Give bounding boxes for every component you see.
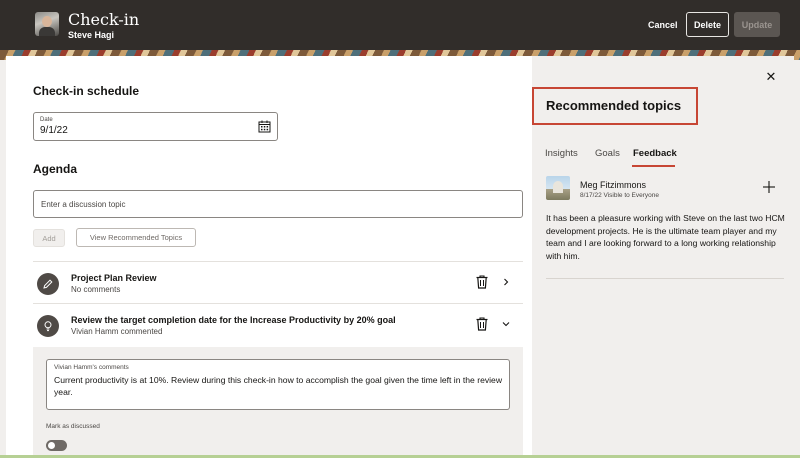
tab-feedback[interactable]: Feedback bbox=[633, 148, 677, 159]
recommended-topics-title: Recommended topics bbox=[546, 98, 682, 113]
avatar bbox=[546, 176, 570, 200]
employee-name: Steve Hagi bbox=[68, 30, 115, 40]
divider bbox=[546, 278, 784, 279]
page-title: Check-in bbox=[68, 10, 140, 29]
cancel-button[interactable]: Cancel bbox=[640, 13, 686, 37]
trash-icon[interactable] bbox=[476, 275, 488, 289]
comments-label: Vivian Hamm's comments bbox=[54, 364, 129, 371]
discussion-topic-input[interactable] bbox=[33, 190, 523, 218]
tab-goals[interactable]: Goals bbox=[595, 148, 620, 159]
pencil-icon bbox=[37, 273, 59, 295]
trash-icon[interactable] bbox=[476, 317, 488, 331]
comments-field[interactable]: Vivian Hamm's comments Current productiv… bbox=[46, 359, 510, 410]
feedback-author: Meg Fitzimmons bbox=[580, 180, 647, 190]
agenda-heading: Agenda bbox=[33, 162, 78, 176]
agenda-item-title: Project Plan Review bbox=[71, 273, 157, 283]
view-recommended-topics-button[interactable]: View Recommended Topics bbox=[76, 228, 196, 247]
lightbulb-icon bbox=[37, 315, 59, 337]
chevron-right-icon[interactable] bbox=[501, 277, 511, 287]
date-field[interactable]: Date 9/1/22 bbox=[33, 112, 278, 141]
mark-as-discussed-toggle[interactable] bbox=[46, 440, 67, 451]
mark-as-discussed-label: Mark as discussed bbox=[46, 423, 100, 430]
recommended-topics-title-box: Recommended topics bbox=[532, 87, 698, 125]
add-button[interactable]: Add bbox=[33, 229, 65, 247]
close-icon[interactable]: ✕ bbox=[764, 70, 778, 84]
feedback-text: It has been a pleasure working with Stev… bbox=[546, 213, 785, 261]
avatar bbox=[35, 12, 59, 36]
agenda-item[interactable]: Project Plan Review No comments bbox=[33, 262, 523, 306]
page-header: Check-in Steve Hagi Cancel Delete Update bbox=[0, 0, 800, 50]
recommended-topics-panel: ✕ Recommended topics Insights Goals Feed… bbox=[532, 56, 794, 458]
active-tab-indicator bbox=[632, 165, 675, 167]
calendar-icon[interactable] bbox=[258, 120, 271, 133]
delete-button[interactable]: Delete bbox=[686, 12, 729, 37]
add-icon[interactable] bbox=[762, 180, 776, 194]
schedule-heading: Check-in schedule bbox=[33, 84, 140, 98]
checkin-form-panel: Check-in schedule Date 9/1/22 Agenda Add… bbox=[6, 56, 532, 458]
agenda-item-subtitle: No comments bbox=[71, 285, 121, 294]
agenda-item[interactable]: Review the target completion date for th… bbox=[33, 304, 523, 348]
tab-insights[interactable]: Insights bbox=[545, 148, 578, 159]
date-label: Date bbox=[40, 117, 53, 123]
date-value: 9/1/22 bbox=[40, 125, 68, 136]
feedback-meta: 8/17/22 Visible to Everyone bbox=[580, 192, 660, 199]
comments-text: Current productivity is at 10%. Review d… bbox=[54, 375, 503, 397]
agenda-item-title: Review the target completion date for th… bbox=[71, 315, 396, 325]
update-button[interactable]: Update bbox=[734, 12, 780, 37]
agenda-item-subtitle: Vivian Hamm commented bbox=[71, 327, 163, 336]
chevron-down-icon[interactable] bbox=[501, 319, 511, 329]
agenda-item-details: Vivian Hamm's comments Current productiv… bbox=[33, 347, 523, 458]
